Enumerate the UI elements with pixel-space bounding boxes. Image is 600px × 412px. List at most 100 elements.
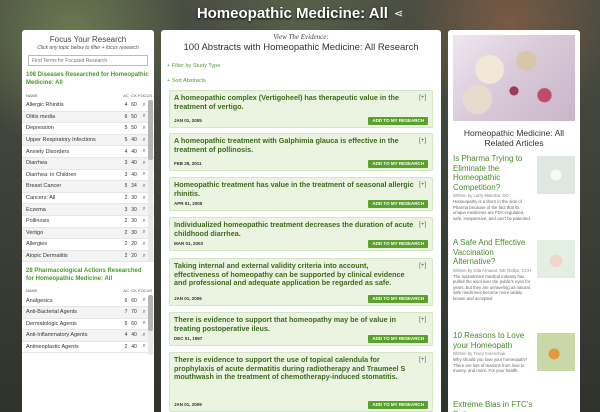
diseases-scrollbar[interactable]	[148, 100, 153, 262]
actions-list: Analgesics 6 60 ⌕ Anti-Bacterial Agents 7 70 ⌕ D…	[22, 295, 154, 356]
item-name: Depression	[26, 125, 54, 132]
expand-toggle[interactable]: [+]	[419, 263, 426, 269]
expand-toggle[interactable]: [+]	[419, 138, 426, 144]
diseases-list: Allergic Rhinitis 4 60 ⌕ Otitis media 6 50 ⌕ Dep…	[22, 100, 154, 263]
add-to-research-button[interactable]: ADD TO MY RESEARCH	[368, 160, 428, 168]
expand-toggle[interactable]: [+]	[419, 95, 426, 101]
item-name: Anti-Bacterial Agents	[26, 309, 78, 316]
list-item[interactable]: Vertigo 2 30 ⌕	[22, 227, 154, 240]
list-item[interactable]: Atopic Dermatitis 2 20 ⌕	[22, 250, 154, 263]
related-article[interactable]: Is Pharma Trying to Eliminate the Homeop…	[453, 154, 575, 221]
add-to-research-button[interactable]: ADD TO MY RESEARCH	[368, 200, 428, 208]
list-item[interactable]: Allergies 2 20 ⌕	[22, 239, 154, 251]
item-ck-count: 34	[131, 183, 137, 190]
item-name: Otitis media	[26, 113, 56, 120]
abstract-title[interactable]: A homeopathic treatment with Galphimia g…	[174, 136, 414, 154]
abstract-title[interactable]: A homeopathic complex (Vertigoheel) has …	[174, 93, 414, 111]
diseases-heading[interactable]: 108 Diseases Researched for Homeopathic …	[22, 72, 154, 87]
related-article[interactable]: 10 Reasons to Love your Homeopath Written…	[453, 331, 575, 374]
list-item[interactable]: Depression 5 50 ⌕	[22, 123, 154, 135]
add-to-research-button[interactable]: ADD TO MY RESEARCH	[368, 295, 428, 303]
list-item[interactable]: Anti-Bacterial Agents 7 70 ⌕	[22, 306, 154, 319]
add-to-research-button[interactable]: ADD TO MY RESEARCH	[368, 117, 428, 125]
share-icon[interactable]: ⋖	[394, 7, 403, 20]
article-thumbnail[interactable]	[537, 240, 575, 278]
related-title: Homeopathic Medicine: All Related Articl…	[463, 128, 565, 148]
item-ac-count: 4	[124, 102, 128, 109]
list-item[interactable]: Allergic Rhinitis 4 60 ⌕	[22, 100, 154, 112]
focus-search-input[interactable]	[28, 55, 148, 66]
article-thumbnail[interactable]	[537, 333, 575, 371]
list-item[interactable]: Analgesics 6 60 ⌕	[22, 295, 154, 307]
item-ck-count: 40	[131, 332, 137, 339]
item-name: Anti-Inflammatory Agents	[26, 332, 88, 339]
list-item[interactable]: Eczema 3 30 ⌕	[22, 204, 154, 216]
list-item[interactable]: Antineoplastic Agents 2 40 ⌕	[22, 342, 154, 354]
abstract-title[interactable]: There is evidence to support that homeop…	[174, 315, 414, 333]
list-item[interactable]: Diarrhea: in Children 3 40 ⌕	[22, 170, 154, 182]
list-item[interactable]: Dermatologic Agents 6 60 ⌕	[22, 319, 154, 331]
filter-study-type-link[interactable]: + Filter by Study Type	[161, 63, 441, 69]
abstract-title[interactable]: Individualized homeopathic treatment dec…	[174, 220, 414, 238]
list-item[interactable]: Anxiety Disorders 4 40 ⌕	[22, 146, 154, 158]
actions-scrollbar[interactable]	[148, 295, 153, 356]
expand-toggle[interactable]: [+]	[419, 357, 426, 363]
item-ac-count: 6	[124, 113, 128, 120]
item-ac-count: 4	[124, 332, 128, 339]
expand-toggle[interactable]: [+]	[419, 182, 426, 188]
list-item[interactable]: Cancers: All 2 30 ⌕	[22, 193, 154, 205]
item-name: Analgesics	[26, 297, 53, 304]
article-thumbnail[interactable]	[537, 156, 575, 194]
related-article[interactable]: A Safe And Effective Vaccination Alterna…	[453, 238, 575, 301]
item-name: Diarrhea	[26, 160, 48, 167]
sort-abstracts-link[interactable]: + Sort Abstracts	[161, 78, 441, 84]
col-ac: AC	[123, 288, 129, 294]
expand-toggle[interactable]: [+]	[419, 317, 426, 323]
article-title[interactable]: A Safe And Effective Vaccination Alterna…	[453, 238, 533, 267]
abstract-date: JAN 01, 2005	[174, 118, 202, 123]
article-title[interactable]: Is Pharma Trying to Eliminate the Homeop…	[453, 154, 533, 192]
article-description: Why should you love your homeopath? Ther…	[453, 357, 528, 374]
abstract-card: Taking internal and external validity cr…	[169, 258, 433, 306]
item-name: Dermatologic Agents	[26, 320, 77, 327]
item-ck-count: 40	[131, 137, 137, 144]
expand-toggle[interactable]: [+]	[419, 222, 426, 228]
add-to-research-button[interactable]: ADD TO MY RESEARCH	[368, 240, 428, 248]
item-name: Anxiety Disorders	[26, 148, 70, 155]
abstract-title[interactable]: Taking internal and external validity cr…	[174, 261, 414, 288]
actions-heading[interactable]: 28 Pharmacological Actions Researched fo…	[22, 268, 154, 283]
related-article[interactable]: Extreme Bias in FTC's Ruling on	[453, 400, 575, 412]
article-title[interactable]: Extreme Bias in FTC's Ruling on	[453, 400, 533, 412]
abstract-card: There is evidence to support that homeop…	[169, 312, 433, 346]
diseases-scroll-thumb[interactable]	[148, 100, 153, 160]
list-item[interactable]: Pollinosis 2 30 ⌕	[22, 216, 154, 228]
abstract-title[interactable]: There is evidence to support the use of …	[174, 355, 414, 382]
item-ck-count: 30	[131, 195, 137, 202]
abstract-card: Homeopathic treatment has value in the t…	[169, 177, 433, 211]
item-name: Antineoplastic Agents	[26, 343, 79, 350]
item-ck-count: 60	[131, 102, 137, 109]
item-ac-count: 5	[124, 137, 128, 144]
list-item[interactable]: Anti-Inflammatory Agents 4 40 ⌕	[22, 330, 154, 342]
add-to-research-button[interactable]: ADD TO MY RESEARCH	[368, 401, 428, 409]
add-to-research-button[interactable]: ADD TO MY RESEARCH	[368, 335, 428, 343]
item-ck-count: 30	[131, 229, 137, 236]
abstract-title[interactable]: Homeopathic treatment has value in the t…	[174, 180, 414, 198]
item-ac-count: 2	[124, 229, 128, 236]
item-ck-count: 20	[131, 253, 137, 260]
item-ac-count: 7	[124, 309, 128, 316]
item-name: Allergies	[26, 241, 48, 248]
list-item[interactable]: Otitis media 6 50 ⌕	[22, 111, 154, 124]
list-item[interactable]: Diarrhea 3 40 ⌕	[22, 157, 154, 170]
focus-panel: Focus Your Research Click any topic belo…	[22, 30, 154, 412]
item-name: Diarrhea: in Children	[26, 171, 77, 178]
hero-image	[453, 35, 575, 121]
abstract-date: JAN 01, 2009	[174, 402, 202, 407]
list-item[interactable]: Breast Cancer 5 34 ⌕	[22, 181, 154, 193]
article-title[interactable]: 10 Reasons to Love your Homeopath	[453, 331, 533, 350]
list-item[interactable]: Upper Respiratory Infections 5 40 ⌕	[22, 134, 154, 147]
item-ck-count: 40	[131, 148, 137, 155]
actions-scroll-thumb[interactable]	[148, 295, 153, 332]
item-ac-count: 2	[124, 343, 128, 350]
item-name: Eczema	[26, 206, 46, 213]
